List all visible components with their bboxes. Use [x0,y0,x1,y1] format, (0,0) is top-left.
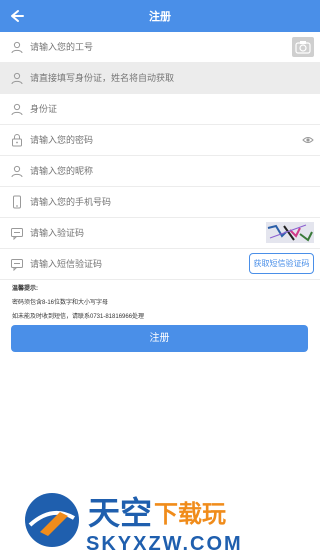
password-input[interactable] [30,125,280,155]
tips-line-contact: 如未能及时收到短信，请联系0731-81816966处理 [12,314,145,320]
watermark-url: SKYXZW.COM [86,533,243,555]
name-row [0,63,320,94]
user-icon [11,41,23,54]
captcha-graphic [266,222,314,243]
lock-icon [12,134,22,147]
user-icon [11,72,23,85]
watermark: 天空 下载玩 SKYXZW.COM [0,480,320,555]
watermark-brand: 天空 [88,495,152,531]
nickname-input[interactable] [30,156,310,186]
captcha-image[interactable] [266,222,314,243]
id-card-input[interactable] [30,94,310,124]
nickname-row [0,156,320,187]
sms-code-row: 获取短信验证码 [0,249,320,280]
phone-row [0,187,320,218]
tips-line-password: 密码须包含8-16位数字和大小写字母 [12,300,109,306]
tips-section: 温馨提示: 密码须包含8-16位数字和大小写字母 如未能及时收到短信，请联系07… [12,282,144,324]
phone-input[interactable] [30,187,310,217]
watermark-brand-accent: 下载玩 [154,501,226,528]
user-icon [11,103,23,116]
message-icon [11,259,23,271]
name-input[interactable] [30,63,310,93]
page-title: 注册 [149,11,171,23]
captcha-input[interactable] [30,218,250,248]
tips-title: 温馨提示: [12,286,38,292]
camera-button[interactable] [292,37,314,57]
id-card-row [0,94,320,125]
user-icon [11,165,23,178]
sms-code-input[interactable] [30,249,230,279]
camera-icon [295,41,311,54]
password-row [0,125,320,156]
phone-icon [13,195,21,209]
message-icon [11,228,23,240]
get-sms-code-button[interactable]: 获取短信验证码 [249,253,314,274]
watermark-logo: 天空 下载玩 SKYXZW.COM [25,493,243,555]
eye-icon[interactable] [302,135,314,145]
job-number-input[interactable] [30,32,280,62]
register-button[interactable]: 注册 [11,325,308,352]
captcha-row [0,218,320,249]
job-number-row [0,32,320,63]
app-header: 注册 [0,0,320,32]
